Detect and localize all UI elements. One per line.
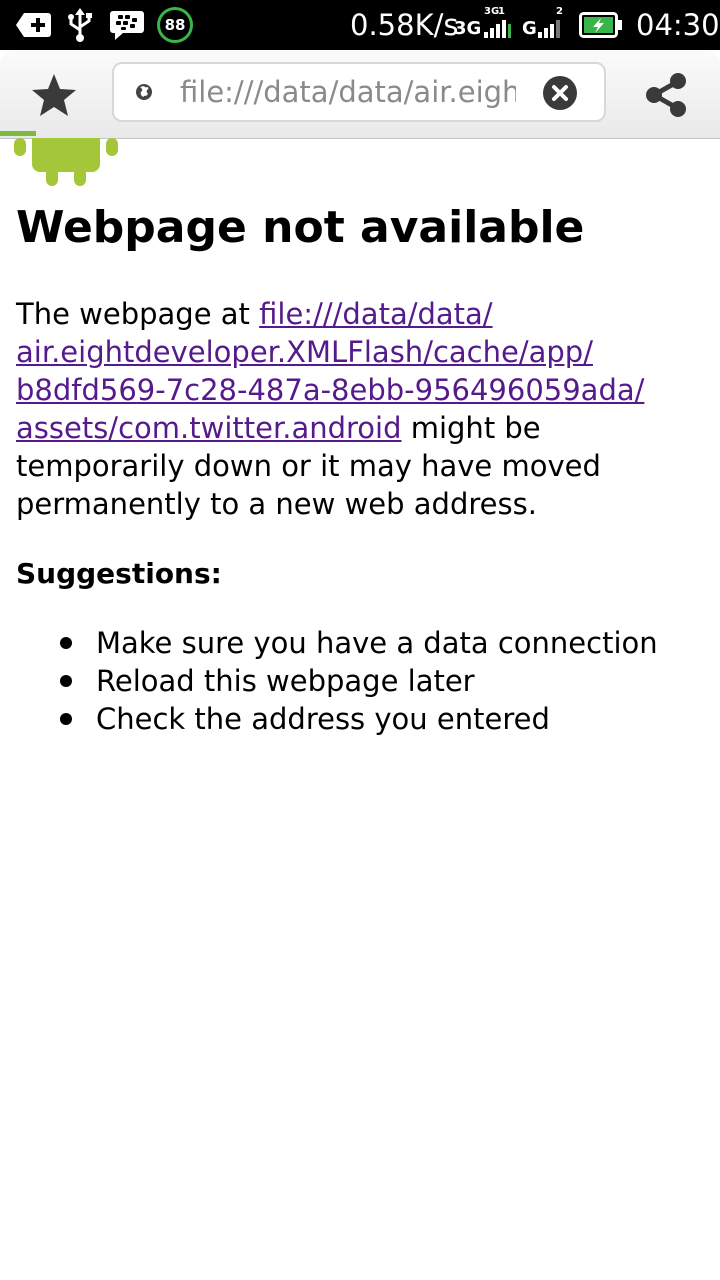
page-title: Webpage not available [16,202,585,253]
suggestion-text: Check the address you entered [96,702,550,736]
clock: 04:30 [636,8,720,42]
notification-count-badge: 88 [155,0,195,50]
share-button[interactable] [636,70,696,120]
failed-url-line[interactable]: b8dfd569-7c28-487a-8ebb-956496059ada/ [16,373,644,407]
network1-signal: 3G 3G 1 [454,0,518,50]
suggestion-text: Reload this webpage later [96,664,475,698]
battery-charging-icon [578,0,624,50]
url-bar[interactable]: file:///data/data/air.eightdeveloper.XML… [112,62,606,122]
list-item: Check the address you entered [16,700,658,738]
bullet-icon [60,713,72,725]
net-speed: 0.58K/s [350,8,459,42]
suggestions-heading: Suggestions: [16,557,222,590]
star-icon [32,74,76,116]
suggestion-text: Make sure you have a data connection [96,626,658,660]
usb-icon [64,0,96,50]
browser-toolbar: file:///data/data/air.eightdeveloper.XML… [0,50,720,139]
error-description: The webpage at file:///data/data/air.eig… [16,295,706,523]
android-robot-icon [14,138,118,186]
list-item: Reload this webpage later [16,662,658,700]
bullet-icon [60,637,72,649]
bookmark-button[interactable] [24,68,84,122]
share-icon [646,73,686,117]
network2-signal: G 2 [522,6,563,39]
body-prefix: The webpage at [16,297,260,331]
bbm-chat-icon [108,0,146,50]
bullet-icon [60,675,72,687]
failed-url-line[interactable]: air.eightdeveloper.XMLFlash/cache/app/ [16,335,593,369]
globe-icon [136,84,152,100]
url-text[interactable]: file:///data/data/air.eightdeveloper.XML… [180,64,516,120]
failed-url-line[interactable]: file:///data/data/ [259,297,492,331]
failed-url-line[interactable]: assets/com.twitter.android [16,411,402,445]
page-load-progress [0,131,36,136]
suggestions-list: Make sure you have a data connection Rel… [16,624,658,738]
add-box-icon [14,0,54,50]
clear-icon[interactable] [542,75,578,111]
status-bar: 88 0.58K/s 3G 3G 1 G 2 04:30 [0,0,720,50]
list-item: Make sure you have a data connection [16,624,658,662]
